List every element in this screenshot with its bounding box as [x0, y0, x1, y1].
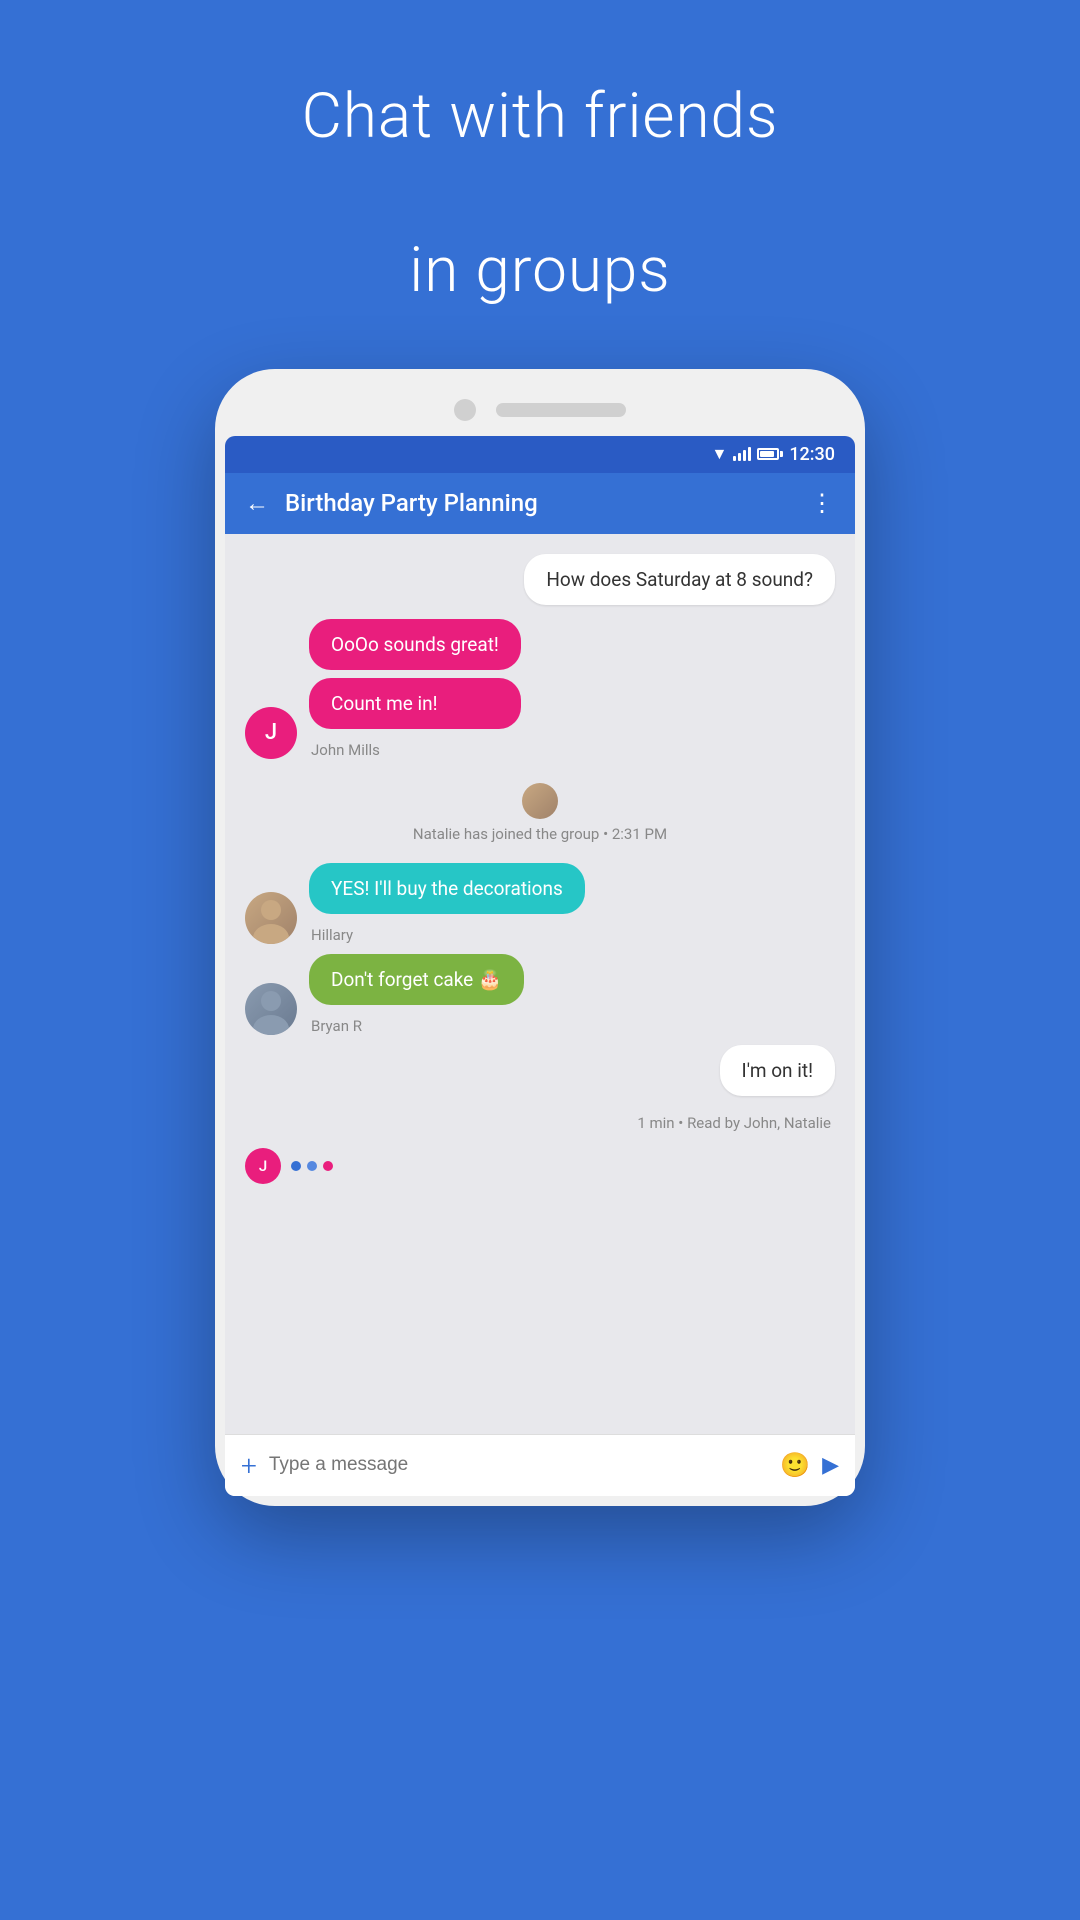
message-bubble: How does Saturday at 8 sound? [524, 554, 835, 605]
message-stack: YES! I'll buy the decorations Hillary [309, 863, 585, 944]
emoji-button[interactable]: 🙂 [780, 1451, 810, 1479]
message-input[interactable] [269, 1454, 768, 1476]
avatar [245, 892, 297, 944]
message-bubble: OoOo sounds great! [309, 619, 521, 670]
message-text: Don't forget cake 🎂 [331, 968, 502, 991]
status-bar: ▼ 12:30 [225, 436, 855, 473]
message-row: J OoOo sounds great! Count me in! John M… [245, 619, 835, 759]
front-camera [454, 399, 476, 421]
message-bubble: Count me in! [309, 678, 521, 729]
battery-icon [757, 448, 783, 460]
typing-dot [291, 1161, 301, 1171]
avatar [245, 983, 297, 1035]
conversation-title: Birthday Party Planning [285, 489, 810, 517]
message-text: YES! I'll buy the decorations [331, 877, 563, 900]
message-stack: OoOo sounds great! Count me in! John Mil… [309, 619, 521, 759]
sender-name: Hillary [311, 926, 585, 944]
chat-area: How does Saturday at 8 sound? J OoOo sou… [225, 534, 855, 1434]
message-row: Don't forget cake 🎂 Bryan R [245, 954, 835, 1035]
header-line1: Chat with friends [302, 80, 779, 154]
typing-avatar: J [245, 1148, 281, 1184]
input-bar: + 🙂 ▶ [225, 1434, 855, 1496]
message-text: How does Saturday at 8 sound? [546, 568, 813, 591]
message-row: I'm on it! [245, 1045, 835, 1096]
status-time: 12:30 [789, 444, 835, 465]
system-message: Natalie has joined the group • 2:31 PM [245, 783, 835, 843]
typing-dot [323, 1161, 333, 1171]
avatar [522, 783, 558, 819]
message-row: YES! I'll buy the decorations Hillary [245, 863, 835, 944]
app-bar: ← Birthday Party Planning ⋮ [225, 473, 855, 534]
sender-name: John Mills [311, 741, 521, 759]
more-options-button[interactable]: ⋮ [810, 489, 835, 517]
message-text: Count me in! [331, 692, 438, 715]
add-button[interactable]: + [241, 1449, 257, 1482]
phone-hardware-top [225, 399, 855, 421]
message-stack: Don't forget cake 🎂 Bryan R [309, 954, 524, 1035]
typing-indicator: J [245, 1148, 835, 1184]
wifi-icon: ▼ [711, 444, 727, 464]
message-bubble: I'm on it! [720, 1045, 835, 1096]
message-bubble: Don't forget cake 🎂 [309, 954, 524, 1005]
message-text: I'm on it! [742, 1059, 813, 1082]
message-row: How does Saturday at 8 sound? [245, 554, 835, 605]
header-line2: in groups [302, 234, 779, 308]
read-receipt: 1 min • Read by John, Natalie [245, 1114, 831, 1132]
typing-dot [307, 1161, 317, 1171]
status-icons: ▼ 12:30 [711, 444, 835, 465]
avatar: J [245, 707, 297, 759]
typing-dots [291, 1161, 333, 1171]
system-text: Natalie has joined the group • 2:31 PM [413, 825, 667, 843]
phone-mockup: ▼ 12:30 ← [215, 369, 865, 1506]
signal-icon [733, 447, 751, 461]
message-text: OoOo sounds great! [331, 633, 499, 656]
earpiece [496, 403, 626, 417]
send-button[interactable]: ▶ [822, 1453, 839, 1478]
phone-screen: ▼ 12:30 ← [225, 436, 855, 1496]
sender-name: Bryan R [311, 1017, 524, 1035]
message-bubble: YES! I'll buy the decorations [309, 863, 585, 914]
header-tagline: Chat with friends in groups [302, 0, 779, 309]
back-button[interactable]: ← [245, 489, 269, 518]
